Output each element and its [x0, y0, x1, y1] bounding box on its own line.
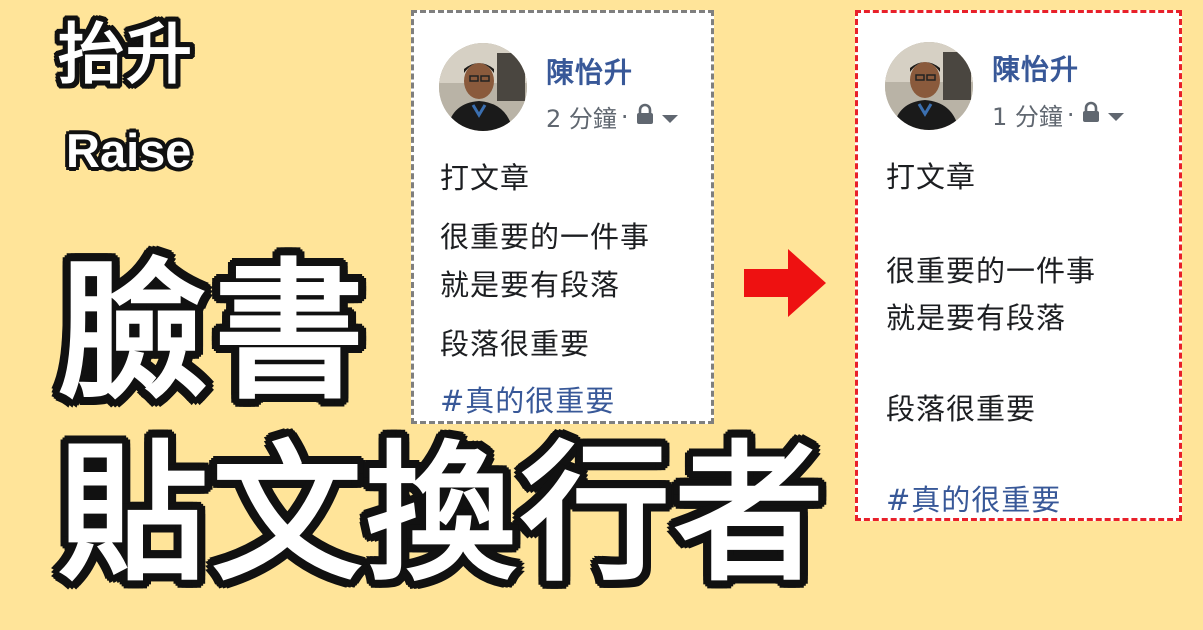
- small-title: 抬升: [58, 16, 194, 93]
- post-line: 打文章: [886, 160, 977, 194]
- avatar[interactable]: [439, 43, 527, 131]
- big-title-line1: 臉書: [58, 246, 371, 420]
- right-arrow-icon: [744, 249, 826, 321]
- author-name[interactable]: 陳怡升: [546, 51, 633, 91]
- small-subtitle: Raise: [66, 124, 192, 177]
- post-line: 段落很重要: [886, 392, 1037, 426]
- hashtag-link[interactable]: #真的很重要: [440, 378, 615, 420]
- meta-separator: ·: [1066, 100, 1075, 129]
- author-name[interactable]: 陳怡升: [992, 48, 1079, 88]
- avatar-photo-icon: [885, 42, 973, 130]
- post-line: 段落很重要: [440, 327, 591, 361]
- post-time[interactable]: 2 分鐘: [546, 99, 617, 134]
- post-card-after: 陳怡升 1 分鐘 · 打文章 很重要的一件事 就是要有段落 段落很重要 #真的很…: [855, 10, 1182, 521]
- big-title-line2: 貼文換行者: [58, 428, 829, 602]
- post-meta: 2 分鐘 ·: [546, 99, 679, 134]
- caret-down-icon[interactable]: [661, 103, 679, 131]
- avatar[interactable]: [885, 42, 973, 130]
- post-line: 打文章: [440, 161, 531, 195]
- post-meta: 1 分鐘 ·: [992, 97, 1125, 132]
- post-line: 就是要有段落: [886, 301, 1067, 335]
- post-line: 很重要的一件事: [886, 254, 1097, 288]
- lock-icon: [1081, 101, 1101, 129]
- post-time[interactable]: 1 分鐘: [992, 97, 1063, 132]
- hashtag-link[interactable]: #真的很重要: [886, 477, 1061, 519]
- post-card-before: 陳怡升 2 分鐘 · 打文章 很重要的一件事 就是要有段落 段落很重要 #真的很…: [411, 10, 714, 424]
- post-line: 很重要的一件事: [440, 220, 651, 254]
- meta-separator: ·: [620, 102, 629, 131]
- post-line: 就是要有段落: [440, 268, 621, 302]
- lock-icon: [635, 103, 655, 131]
- avatar-photo-icon: [439, 43, 527, 131]
- caret-down-icon[interactable]: [1107, 101, 1125, 129]
